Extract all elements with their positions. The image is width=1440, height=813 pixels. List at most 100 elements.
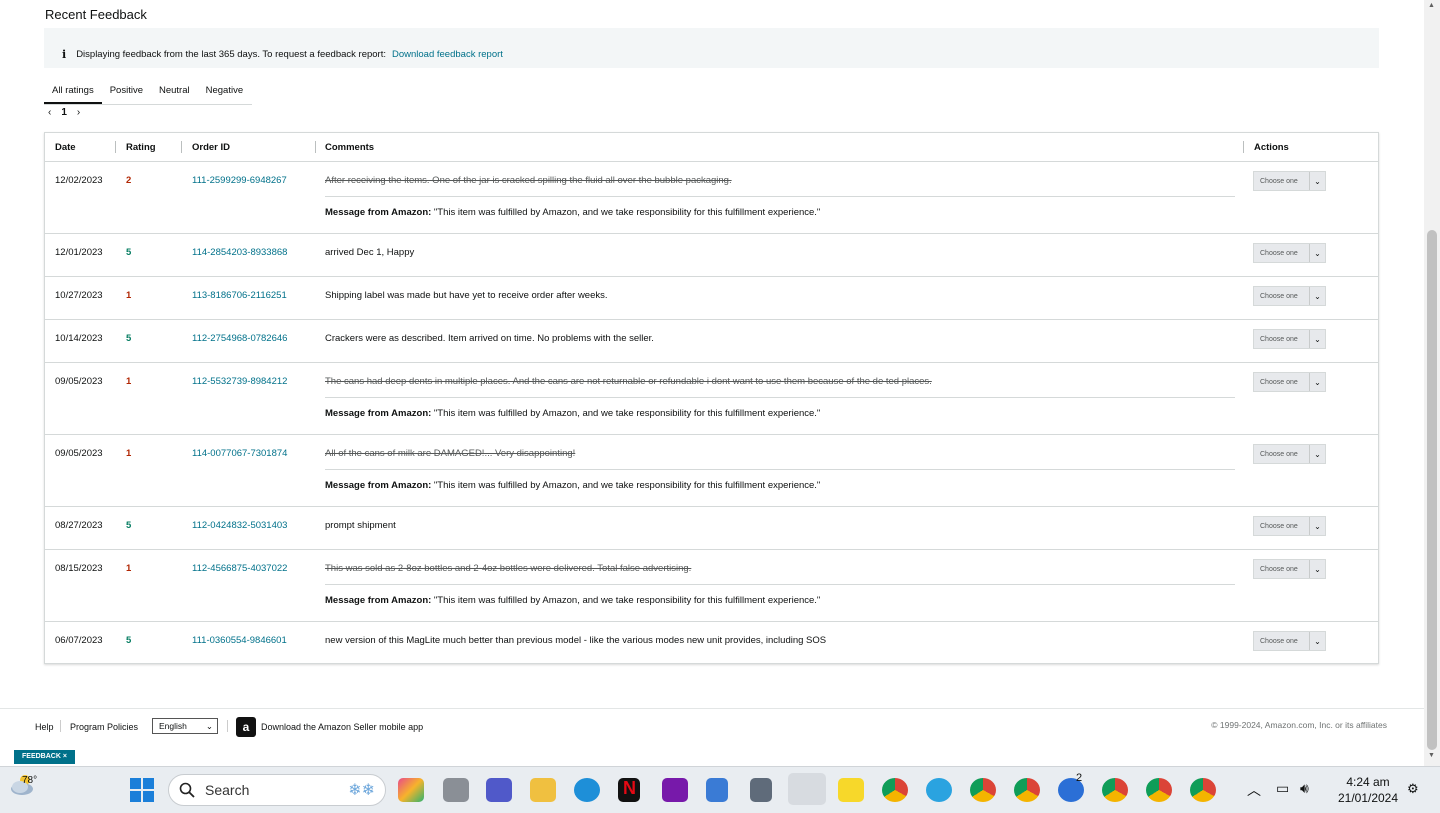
tab-neutral[interactable]: Neutral xyxy=(151,77,198,104)
scroll-thumb[interactable] xyxy=(1427,230,1437,750)
prev-page-button[interactable]: ‹ xyxy=(48,107,51,118)
chrome-profile-icon[interactable] xyxy=(1102,778,1128,802)
actions-select[interactable]: Choose one ⌄ xyxy=(1253,243,1326,263)
pagination: ‹ 1 › xyxy=(48,107,80,118)
order-id-link[interactable]: 112-4566875-4037022 xyxy=(192,563,287,574)
order-id-link[interactable]: 112-2754968-0782646 xyxy=(192,333,287,344)
footer: Help Program Policies English ⌄ a Downloa… xyxy=(0,708,1424,748)
windows-start-icon[interactable] xyxy=(130,778,154,802)
chrome-profile-icon[interactable] xyxy=(1190,778,1216,802)
row-comment: All of the cans of milk are DAMAGED!... … xyxy=(325,448,576,459)
row-date: 12/02/2023 xyxy=(55,175,103,186)
feedback-button[interactable]: FEEDBACK × xyxy=(14,750,75,764)
chrome-profile-icon[interactable] xyxy=(1014,778,1040,802)
info-banner: i Displaying feedback from the last 365 … xyxy=(44,28,1379,68)
notification-badge: 2 xyxy=(1076,772,1083,784)
row-comment: new version of this MagLite much better … xyxy=(325,635,827,646)
seller-app-link[interactable]: Download the Amazon Seller mobile app xyxy=(261,722,423,732)
order-id-link[interactable]: 111-0360554-9846601 xyxy=(192,635,287,646)
page-number[interactable]: 1 xyxy=(61,107,67,118)
table-row: 06/07/2023 5 111-0360554-9846601 new versio… xyxy=(45,622,1378,665)
table-row: 10/14/2023 5 112-2754968-0782646 Crackers w… xyxy=(45,320,1378,363)
scroll-up-icon[interactable]: ▲ xyxy=(1428,2,1435,9)
select-label: Choose one xyxy=(1260,249,1298,257)
chevron-down-icon: ⌄ xyxy=(1309,560,1325,578)
actions-select[interactable]: Choose one ⌄ xyxy=(1253,559,1326,579)
header-rating: Rating xyxy=(126,142,156,153)
file-explorer-icon[interactable] xyxy=(530,778,556,802)
onenote-icon[interactable] xyxy=(662,778,688,802)
tab-all-ratings[interactable]: All ratings xyxy=(44,77,102,104)
order-id-link[interactable]: 112-0424832-5031403 xyxy=(192,520,287,531)
snipping-tool-icon[interactable] xyxy=(788,773,826,805)
telegram-icon[interactable] xyxy=(926,778,952,802)
select-label: Choose one xyxy=(1260,378,1298,386)
program-policies-link[interactable]: Program Policies xyxy=(70,722,138,732)
order-id-link[interactable]: 112-5532739-8984212 xyxy=(192,376,287,387)
clock[interactable]: 4:24 am 21/01/2024 xyxy=(1330,774,1406,806)
scrollbar[interactable]: ▲ ▼ xyxy=(1424,0,1440,766)
header-divider xyxy=(315,141,316,153)
weather-widget[interactable]: 78° xyxy=(8,773,37,800)
actions-select[interactable]: Choose one ⌄ xyxy=(1253,516,1326,536)
next-page-button[interactable]: › xyxy=(77,107,80,118)
row-comment: prompt shipment xyxy=(325,520,396,531)
select-label: Choose one xyxy=(1260,177,1298,185)
notepad-icon[interactable] xyxy=(706,778,728,802)
actions-select[interactable]: Choose one ⌄ xyxy=(1253,372,1326,392)
notification-bell-icon[interactable]: ⚙ xyxy=(1407,781,1419,797)
tab-positive[interactable]: Positive xyxy=(102,77,151,104)
row-rating: 1 xyxy=(126,376,132,387)
netflix-icon[interactable]: N xyxy=(618,778,640,802)
network-icon[interactable]: ▭ xyxy=(1276,780,1289,797)
snowflake-icon: ❄❄ xyxy=(348,782,375,799)
chrome-profile-icon[interactable] xyxy=(970,778,996,802)
page-title: Recent Feedback xyxy=(45,7,147,22)
chrome-icon[interactable] xyxy=(882,778,908,802)
language-select[interactable]: English ⌄ xyxy=(152,718,218,734)
table-body: 12/02/2023 2 111-2599299-6948267 After rece… xyxy=(45,162,1378,665)
scroll-down-icon[interactable]: ▼ xyxy=(1428,752,1435,759)
order-id-link[interactable]: 113-8186706-2116251 xyxy=(192,290,287,301)
calculator-icon[interactable] xyxy=(750,778,772,802)
actions-select[interactable]: Choose one ⌄ xyxy=(1253,631,1326,651)
chevron-down-icon: ⌄ xyxy=(1309,172,1325,190)
tab-negative[interactable]: Negative xyxy=(198,77,252,104)
footer-divider xyxy=(227,720,228,732)
chevron-down-icon: ⌄ xyxy=(205,721,213,731)
order-id-link[interactable]: 114-0077067-7301874 xyxy=(192,448,287,459)
copyright: © 1999-2024, Amazon.com, Inc. or its aff… xyxy=(1211,720,1387,730)
row-comment: Crackers were as described. Item arrived… xyxy=(325,333,654,344)
message-text: "This item was fulfilled by Amazon, and … xyxy=(433,595,821,606)
chevron-up-icon[interactable]: ︿ xyxy=(1247,780,1261,800)
row-comment: Shipping label was made but have yet to … xyxy=(325,290,608,301)
table-row: 09/05/2023 1 112-5532739-8984212 The cans h… xyxy=(45,363,1378,435)
edge-icon[interactable] xyxy=(574,778,600,802)
order-id-link[interactable]: 111-2599299-6948267 xyxy=(192,175,287,186)
table-header: Date Rating Order ID Comments Actions xyxy=(45,133,1378,162)
chevron-down-icon: ⌄ xyxy=(1309,330,1325,348)
taskbar-search[interactable]: Search ❄❄ xyxy=(168,774,386,806)
actions-select[interactable]: Choose one ⌄ xyxy=(1253,444,1326,464)
table-row: 12/01/2023 5 114-2854203-8933868 arrived De… xyxy=(45,234,1378,277)
row-date: 08/15/2023 xyxy=(55,563,103,574)
chrome-profile-icon[interactable] xyxy=(1146,778,1172,802)
volume-icon[interactable]: 🔊︎ xyxy=(1300,780,1309,797)
task-view-icon[interactable] xyxy=(443,778,469,802)
row-date: 08/27/2023 xyxy=(55,520,103,531)
actions-select[interactable]: Choose one ⌄ xyxy=(1253,171,1326,191)
amazon-app-icon[interactable]: a xyxy=(236,717,256,737)
order-id-link[interactable]: 114-2854203-8933868 xyxy=(192,247,287,258)
help-link[interactable]: Help xyxy=(35,722,54,732)
header-divider xyxy=(181,141,182,153)
actions-select[interactable]: Choose one ⌄ xyxy=(1253,329,1326,349)
messenger-icon[interactable]: 2 xyxy=(1058,772,1084,802)
actions-select[interactable]: Choose one ⌄ xyxy=(1253,286,1326,306)
select-label: Choose one xyxy=(1260,450,1298,458)
message-label: Message from Amazon: xyxy=(325,595,432,606)
teams-icon[interactable] xyxy=(486,778,512,802)
copilot-icon[interactable] xyxy=(398,778,424,802)
download-report-link[interactable]: Download feedback report xyxy=(392,49,503,60)
footer-divider xyxy=(60,720,61,732)
sticky-notes-icon[interactable] xyxy=(838,778,864,802)
